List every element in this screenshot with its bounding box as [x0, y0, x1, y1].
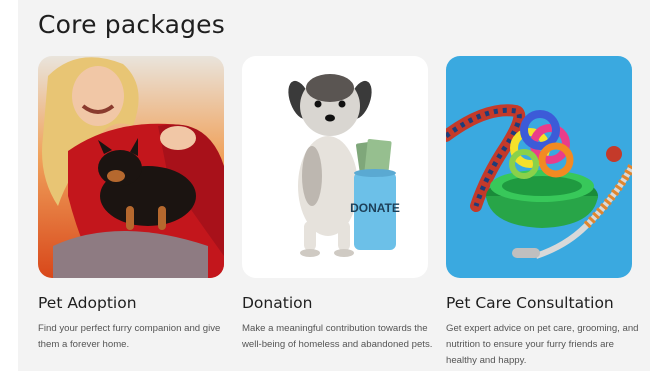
package-card-pet-care-consultation[interactable]: Pet Care Consultation Get expert advice …: [446, 56, 639, 369]
section-title: Core packages: [38, 10, 225, 39]
pet-adoption-image[interactable]: [38, 56, 224, 278]
package-card-pet-adoption[interactable]: Pet Adoption Find your perfect furry com…: [38, 56, 224, 353]
package-title[interactable]: Pet Adoption: [38, 294, 224, 312]
donate-jar-label: DONATE: [350, 201, 400, 215]
package-title[interactable]: Donation: [242, 294, 428, 312]
package-title[interactable]: Pet Care Consultation: [446, 294, 632, 312]
package-card-donation[interactable]: DONATE Donation Make a meaningful contri…: [242, 56, 432, 353]
donation-image[interactable]: DONATE: [242, 56, 428, 278]
pet-care-consultation-image[interactable]: [446, 56, 632, 278]
package-description: Get expert advice on pet care, grooming,…: [446, 323, 639, 366]
package-description: Make a meaningful contribution towards t…: [242, 323, 433, 350]
package-description: Find your perfect furry companion and gi…: [38, 323, 221, 350]
